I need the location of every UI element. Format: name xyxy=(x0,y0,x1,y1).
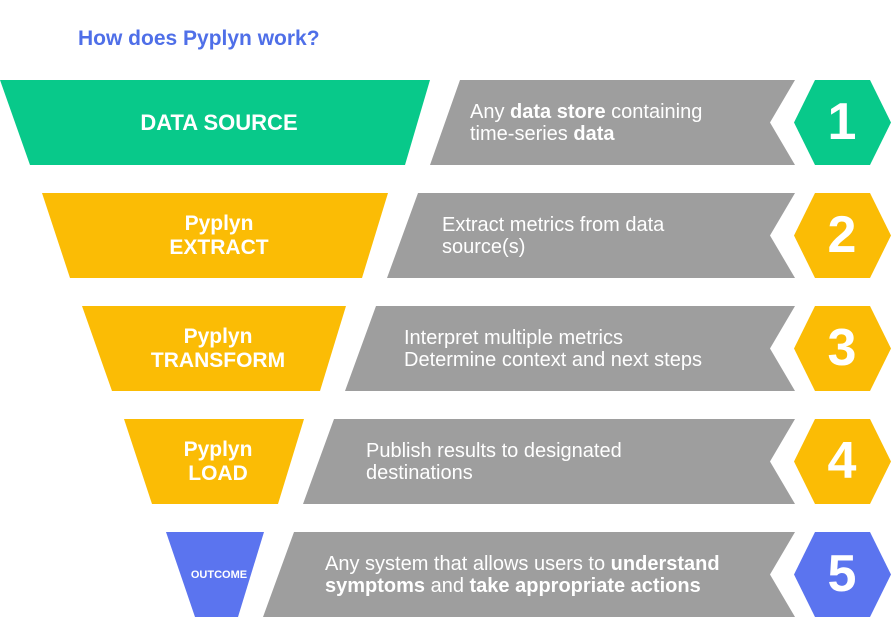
description-emphasis: symptoms xyxy=(325,574,426,597)
step-number-1: 1 xyxy=(827,92,857,151)
stage-label-1: DATA SOURCE xyxy=(4,110,434,135)
description-text: destinations xyxy=(366,461,473,484)
description-text: Any system that allows users to xyxy=(325,552,611,575)
stage-description-5: Any system that allows users to understa… xyxy=(325,553,720,597)
stage-label-line: Pyplyn xyxy=(184,211,254,235)
stage-description-1: Any data store containing time-series dat… xyxy=(470,101,702,145)
funnel-diagram xyxy=(0,80,891,617)
stage-label-2: Pyplyn EXTRACT xyxy=(46,212,392,260)
step-number-5: 5 xyxy=(827,544,857,603)
description-text: Interpret multiple metrics xyxy=(404,326,623,349)
stage-label-3: Pyplyn TRANSFORM xyxy=(86,325,350,373)
step-number-3: 3 xyxy=(827,318,857,377)
description-emphasis: take appropriate actions xyxy=(469,574,701,597)
stage-label-5: OUTCOME xyxy=(170,568,268,582)
description-text: and xyxy=(425,574,470,597)
description-text: Any xyxy=(470,100,511,123)
stage-label-line: EXTRACT xyxy=(169,235,269,259)
description-emphasis: data xyxy=(573,122,615,145)
stage-label-line: LOAD xyxy=(188,461,248,485)
step-number-4: 4 xyxy=(827,431,857,490)
stage-label-line: DATA SOURCE xyxy=(140,110,298,135)
step-number-2: 2 xyxy=(827,205,857,264)
description-text: Extract metrics from data xyxy=(442,213,665,236)
description-text: containing xyxy=(605,100,703,123)
description-emphasis: data store xyxy=(510,100,606,123)
description-text: Publish results to designated xyxy=(366,439,622,462)
stage-description-3: Interpret multiple metrics Determine cont… xyxy=(404,327,702,371)
stage-label-line: TRANSFORM xyxy=(150,348,286,372)
description-text: time-series xyxy=(470,122,574,145)
stage-label-4: Pyplyn LOAD xyxy=(128,438,308,486)
description-text: Determine context and next steps xyxy=(404,348,702,371)
description-text: source(s) xyxy=(442,235,526,258)
stage-description-4: Publish results to designated destination… xyxy=(366,440,622,484)
stage-label-line: Pyplyn xyxy=(183,324,253,348)
stage-label-line: OUTCOME xyxy=(190,568,248,581)
stage-description-2: Extract metrics from data source(s) xyxy=(442,214,664,258)
stage-label-line: Pyplyn xyxy=(183,437,253,461)
description-emphasis: understand xyxy=(610,552,720,575)
